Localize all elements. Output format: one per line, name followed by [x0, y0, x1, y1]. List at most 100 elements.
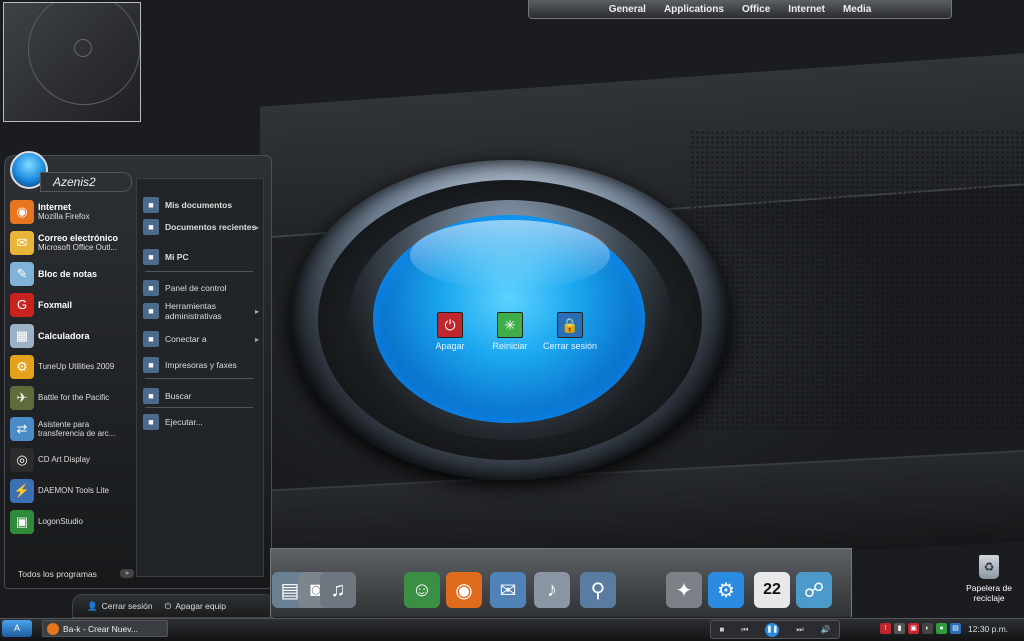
daemon-icon: ⚡: [10, 478, 34, 503]
volume-icon[interactable]: 🔊: [821, 625, 831, 634]
next-icon[interactable]: ⏭: [796, 625, 803, 635]
place-item-label: Conectar a: [165, 334, 207, 344]
computer-icon: ■: [143, 249, 159, 265]
update-icon[interactable]: ●: [936, 623, 947, 634]
shutdown-button[interactable]: ⏻ Apagar equip: [165, 601, 226, 612]
firefox-icon[interactable]: ◉: [446, 572, 482, 608]
power-option[interactable]: ✳ Reiniciar: [480, 312, 540, 351]
recent-program[interactable]: ▦ Calculadora: [10, 320, 136, 351]
recycle-bin[interactable]: ♻ Papelera de reciclaje: [960, 555, 1018, 603]
top-menu-item[interactable]: Office: [742, 4, 770, 15]
itunes-icon[interactable]: ♪: [534, 572, 570, 608]
place-item[interactable]: ■ Mi PC: [143, 249, 259, 265]
logonstudio-icon: ▣: [10, 509, 34, 534]
music-icon[interactable]: ♫: [320, 572, 356, 608]
previous-icon[interactable]: ⏮: [741, 625, 748, 635]
recent-program[interactable]: ✈ Battle for the Pacific: [10, 382, 136, 413]
start-menu-programs: ◉ Internet Mozilla Firefox ✉ Correo electrón…: [10, 196, 136, 537]
volume-icon[interactable]: ◐: [922, 623, 933, 634]
arrow-right-icon: ▸: [254, 334, 259, 344]
place-item[interactable]: ■ Panel de control: [143, 280, 259, 296]
battle-icon: ✈: [10, 385, 34, 410]
network-icon[interactable]: ☍: [796, 572, 832, 608]
firefox-icon: [47, 623, 59, 635]
notepad-icon: ✎: [10, 261, 34, 286]
taskbar-button[interactable]: Ba-k - Crear Nuev...: [42, 620, 168, 637]
signal-icon[interactable]: ▮: [894, 623, 905, 634]
mail-icon[interactable]: ✉: [490, 572, 526, 608]
power-option[interactable]: ⏻ Apagar: [420, 312, 480, 351]
play-pause-button[interactable]: ❚❚: [765, 622, 780, 637]
pinned-program[interactable]: ✉ Correo electrónico Microsoft Office Outl…: [10, 227, 136, 258]
search-icon[interactable]: ⚲: [580, 572, 616, 608]
power-off-icon: ⏻: [437, 312, 463, 338]
printer-icon: ■: [143, 357, 159, 373]
pinned-program-title: Internet: [38, 202, 72, 212]
recent-program-label: DAEMON Tools Lite: [38, 486, 109, 495]
recent-program-label: Foxmail: [38, 299, 73, 310]
system-tray: ! ▮ ▣ ◐ ● ▤ 12:30 p.m.: [880, 620, 1024, 637]
firefox-icon: ◉: [10, 199, 34, 224]
all-programs-button[interactable]: Todos los programas »: [10, 567, 134, 581]
all-programs-label: Todos los programas: [18, 569, 97, 579]
pinned-program[interactable]: ◉ Internet Mozilla Firefox: [10, 196, 136, 227]
place-item-label: Mis documentos: [165, 200, 233, 210]
recent-docs-icon: ■: [143, 219, 159, 235]
recent-program[interactable]: ✎ Bloc de notas: [10, 258, 136, 289]
stop-icon[interactable]: ■: [719, 625, 724, 634]
taskbar-button-label: Ba-k - Crear Nuev...: [63, 624, 138, 634]
top-menu-item[interactable]: Media: [843, 4, 871, 15]
username: Azenis2: [40, 172, 132, 192]
recent-program-label: CD Art Display: [38, 455, 91, 464]
place-item[interactable]: ■ Ejecutar...: [143, 414, 259, 430]
top-menu-item[interactable]: Internet: [788, 4, 825, 15]
menu-separator: [145, 378, 253, 379]
power-icon: ⏻: [164, 600, 172, 611]
top-menu-item[interactable]: Applications: [664, 4, 724, 15]
recent-program[interactable]: ▣ LogonStudio: [10, 506, 136, 537]
shutdown-bar: 👤 Cerrar sesión ⏻ Apagar equip: [72, 594, 274, 618]
recent-program[interactable]: ⚙ TuneUp Utilities 2009: [10, 351, 136, 382]
place-item[interactable]: ■ Conectar a ▸: [143, 331, 259, 347]
system-icon[interactable]: ✦: [666, 572, 702, 608]
recent-program[interactable]: ◎ CD Art Display: [10, 444, 136, 475]
settings-icon[interactable]: ⚙: [708, 572, 744, 608]
logoff-button[interactable]: 👤 Cerrar sesión: [87, 601, 153, 612]
power-option[interactable]: 🔒 Cerrar sesión: [540, 312, 600, 351]
menu-separator: [145, 407, 253, 408]
alert-icon[interactable]: !: [880, 623, 891, 634]
network-icon[interactable]: ▣: [908, 623, 919, 634]
disc-hole: [74, 39, 92, 57]
calendar-icon[interactable]: 22: [754, 572, 790, 608]
messenger-icon[interactable]: ☺: [404, 572, 440, 608]
cd-icon: ◎: [10, 447, 34, 472]
arrow-right-icon: »: [120, 569, 134, 578]
power-option-label: Apagar: [435, 341, 465, 351]
place-item-label: Documentos recientes: [165, 222, 257, 232]
place-item[interactable]: ■ Impresoras y faxes: [143, 357, 259, 373]
orb-shine: [410, 220, 610, 290]
power-option-label: Cerrar sesión: [542, 341, 598, 351]
recent-program[interactable]: ⚡ DAEMON Tools Lite: [10, 475, 136, 506]
search-icon: ■: [143, 388, 159, 404]
power-option-label: Reiniciar: [492, 341, 528, 351]
place-item[interactable]: ■ Mis documentos: [143, 197, 259, 213]
display-icon[interactable]: ▤: [950, 623, 961, 634]
control-panel-icon: ■: [143, 280, 159, 296]
place-item[interactable]: ■ Herramientas administrativas ▸: [143, 301, 259, 321]
restart-icon: ✳: [497, 312, 523, 338]
start-button[interactable]: A: [2, 620, 32, 637]
recent-program[interactable]: ⇄ Asistente para transferencia de arc...: [10, 413, 136, 444]
place-item[interactable]: ■ Buscar: [143, 388, 259, 404]
logoff-label: Cerrar sesión: [101, 601, 153, 611]
place-item-label: Buscar: [165, 391, 192, 401]
recent-program[interactable]: G Foxmail: [10, 289, 136, 320]
wallpaper-mesh: [690, 130, 1024, 430]
place-item-label: Panel de control: [165, 283, 227, 293]
tuneup-icon: ⚙: [10, 354, 34, 379]
clock[interactable]: 12:30 p.m.: [968, 624, 1008, 634]
recycle-bin-label: Papelera de reciclaje: [966, 583, 1012, 603]
place-item[interactable]: ■ Documentos recientes ▸: [143, 219, 259, 235]
cd-art-display[interactable]: [3, 2, 141, 122]
top-menu-item[interactable]: General: [609, 4, 646, 15]
